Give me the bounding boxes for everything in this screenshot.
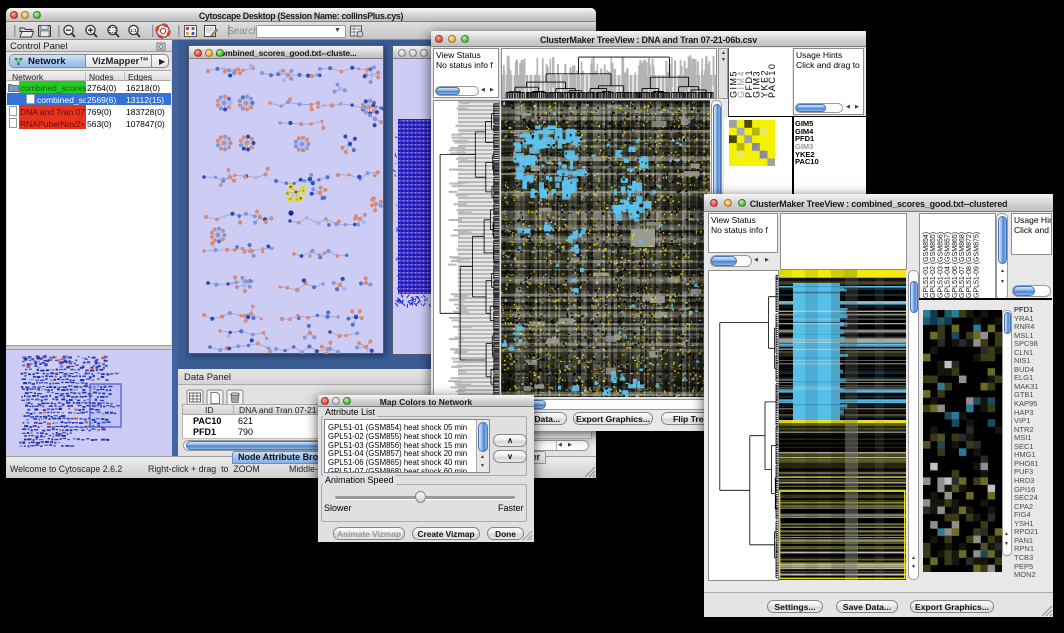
svg-text:1:1: 1:1 — [130, 28, 137, 33]
svg-text:PAC10: PAC10 — [767, 63, 777, 98]
